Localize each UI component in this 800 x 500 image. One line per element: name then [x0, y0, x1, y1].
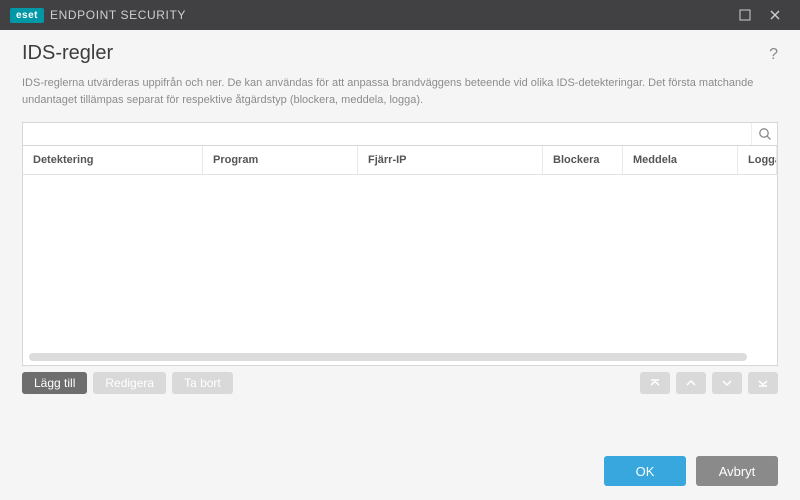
col-block[interactable]: Blockera — [543, 146, 623, 174]
actions-row: Lägg till Redigera Ta bort — [22, 372, 778, 394]
move-up-button — [676, 372, 706, 394]
delete-button: Ta bort — [172, 372, 233, 394]
table-body — [23, 175, 777, 365]
search-row — [22, 122, 778, 146]
move-bottom-button — [748, 372, 778, 394]
window-close-button[interactable] — [760, 0, 790, 30]
search-input[interactable] — [23, 123, 751, 145]
move-top-button — [640, 372, 670, 394]
move-down-button — [712, 372, 742, 394]
rules-table: Detektering Program Fjärr-IP Blockera Me… — [22, 146, 778, 366]
horizontal-scrollbar[interactable] — [29, 353, 747, 361]
ok-button[interactable]: OK — [604, 456, 686, 486]
col-program[interactable]: Program — [203, 146, 358, 174]
col-detection[interactable]: Detektering — [23, 146, 203, 174]
table-header: Detektering Program Fjärr-IP Blockera Me… — [23, 146, 777, 175]
footer: OK Avbryt — [604, 456, 778, 486]
chevron-down-icon — [721, 377, 733, 389]
col-notify[interactable]: Meddela — [623, 146, 738, 174]
chevron-top-icon — [649, 377, 661, 389]
page-title: IDS-regler — [22, 42, 769, 65]
close-icon — [769, 9, 781, 21]
page-description: IDS-reglerna utvärderas uppifrån och ner… — [22, 75, 762, 108]
search-button[interactable] — [751, 123, 777, 145]
add-button[interactable]: Lägg till — [22, 372, 87, 394]
search-icon — [758, 127, 772, 141]
col-remote-ip[interactable]: Fjärr-IP — [358, 146, 543, 174]
brand-text: ENDPOINT SECURITY — [50, 8, 186, 22]
edit-button: Redigera — [93, 372, 166, 394]
chevron-up-icon — [685, 377, 697, 389]
window-minimize-button[interactable] — [730, 0, 760, 30]
brand: eset ENDPOINT SECURITY — [10, 8, 186, 23]
help-button[interactable]: ? — [769, 46, 778, 64]
minimize-icon — [739, 9, 751, 21]
brand-badge: eset — [10, 8, 44, 23]
cancel-button[interactable]: Avbryt — [696, 456, 778, 486]
titlebar: eset ENDPOINT SECURITY — [0, 0, 800, 30]
content: IDS-regler ? IDS-reglerna utvärderas upp… — [0, 30, 800, 406]
col-log[interactable]: Logga — [738, 146, 777, 174]
chevron-bottom-icon — [757, 377, 769, 389]
